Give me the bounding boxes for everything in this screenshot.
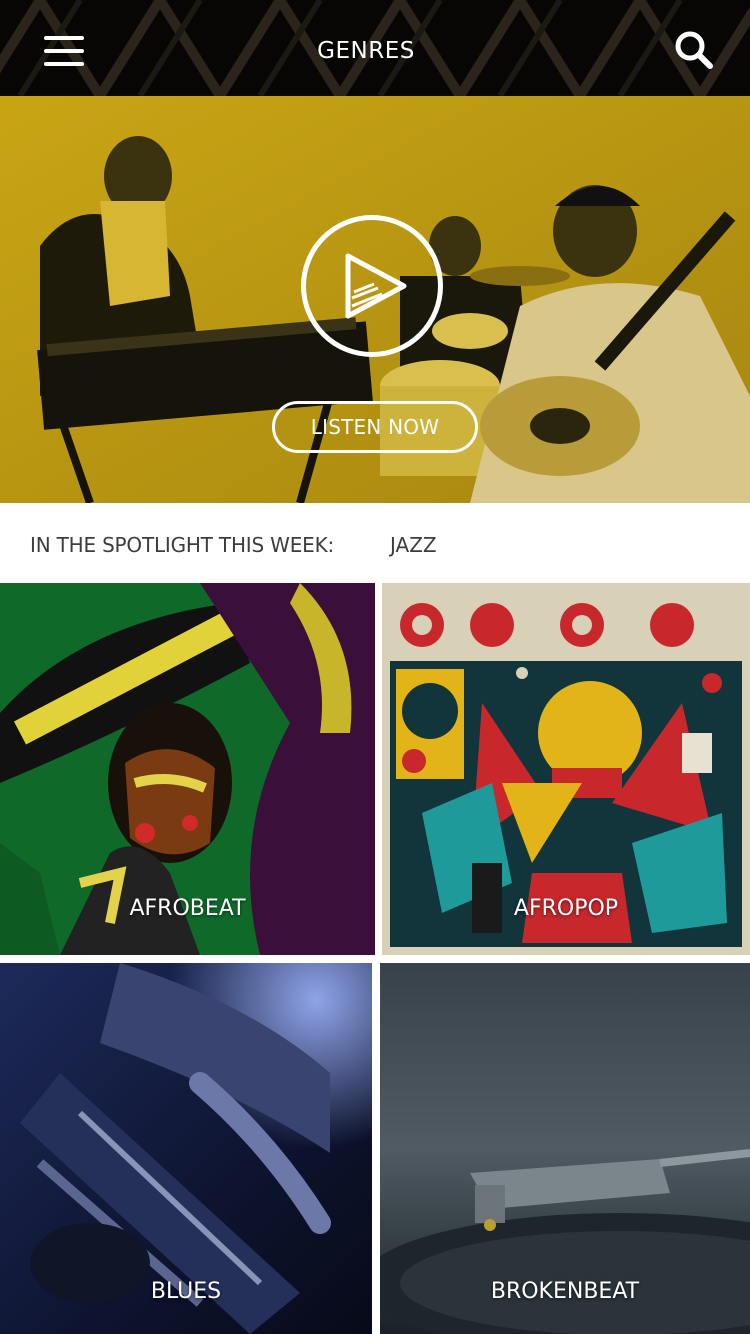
page-title: GENRES — [317, 38, 415, 64]
play-icon — [345, 253, 407, 319]
genre-tile-afrobeat[interactable]: AFROBEAT — [0, 583, 375, 955]
search-button[interactable] — [670, 28, 720, 74]
genre-label: AFROBEAT — [129, 896, 246, 921]
genre-tile-blues[interactable]: BLUES — [0, 963, 372, 1334]
genre-label: AFROPOP — [513, 896, 619, 921]
genre-tile-brokenbeat[interactable]: BROKENBEAT — [380, 963, 750, 1334]
spotlight-bar: IN THE SPOTLIGHT THIS WEEK: JAZZ — [0, 503, 750, 583]
listen-now-button[interactable]: LISTEN NOW — [272, 401, 478, 453]
genre-tile-afropop[interactable]: AFROPOP — [382, 583, 750, 955]
spotlight-label: IN THE SPOTLIGHT THIS WEEK: — [30, 533, 335, 557]
genre-label: BLUES — [150, 1279, 222, 1304]
genre-label: BROKENBEAT — [490, 1279, 640, 1304]
app-header: GENRES — [0, 0, 750, 96]
play-button[interactable] — [301, 215, 443, 357]
spotlight-genre[interactable]: JAZZ — [390, 533, 437, 557]
featured-hero-banner[interactable]: LISTEN NOW — [0, 96, 750, 503]
search-icon — [675, 31, 713, 69]
